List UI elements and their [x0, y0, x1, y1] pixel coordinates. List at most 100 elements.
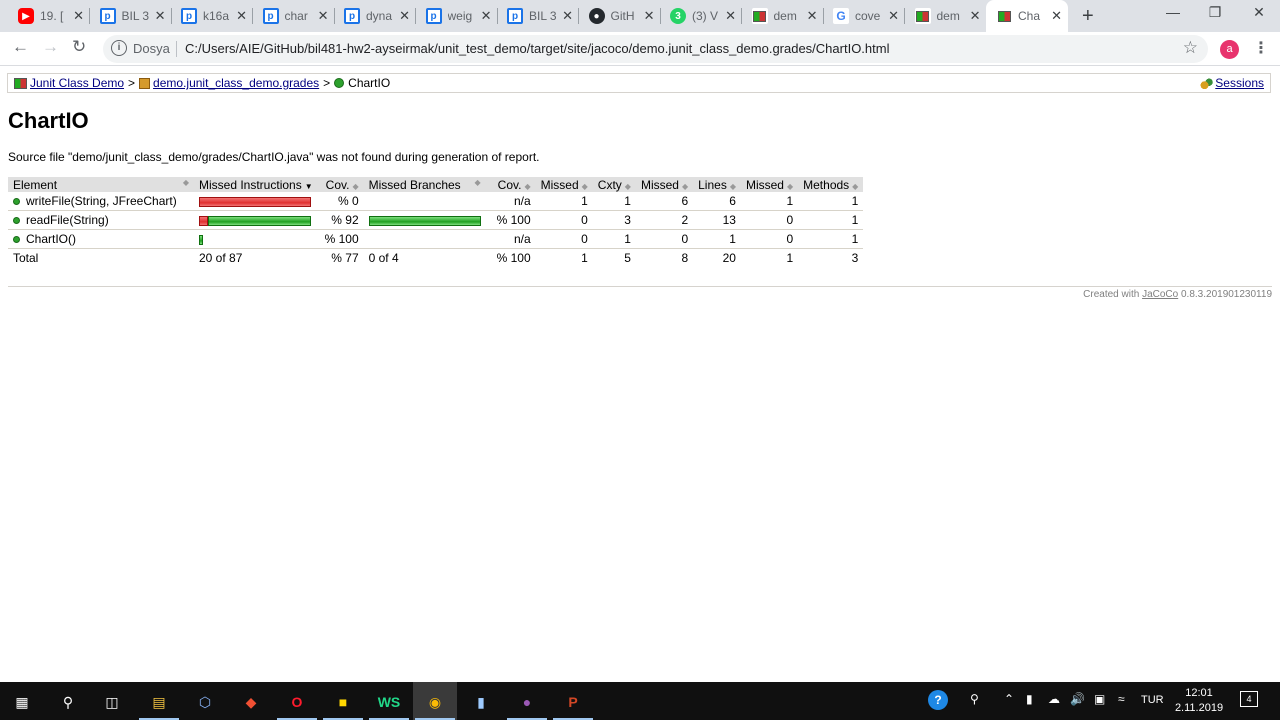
- close-window-button[interactable]: ✕: [1236, 4, 1280, 21]
- profile-avatar[interactable]: a: [1220, 40, 1239, 59]
- language-indicator[interactable]: TUR: [1141, 694, 1164, 706]
- sessions-link[interactable]: Sessions: [1215, 76, 1264, 90]
- method-icon: [13, 236, 20, 244]
- restore-button[interactable]: ❐: [1192, 4, 1238, 21]
- p-icon: p: [262, 8, 279, 24]
- tab-close-icon[interactable]: ✕: [481, 8, 492, 24]
- tab-close-icon[interactable]: ✕: [1051, 8, 1062, 24]
- element-name[interactable]: writeFile(String, JFreeChart): [26, 194, 177, 208]
- tab-title: Cha: [1018, 9, 1041, 23]
- notification-center-icon[interactable]: 4: [1240, 691, 1258, 707]
- sticky-notes-icon[interactable]: ■: [332, 691, 354, 713]
- browser-tab[interactable]: ▶ 19. [✕: [8, 0, 90, 32]
- methods-cell: 1: [798, 192, 864, 211]
- people-icon[interactable]: ⚲: [970, 692, 979, 706]
- browser-tab[interactable]: p BIL 3 ✕: [90, 0, 172, 32]
- jacoco-icon: [996, 8, 1012, 24]
- instr-cov-cell: % 0: [317, 192, 364, 211]
- p-icon: p: [507, 8, 523, 24]
- volume-icon[interactable]: 🔊: [1070, 692, 1085, 706]
- browser-tab[interactable]: dem ✕: [742, 0, 824, 32]
- col-header-branch-cov[interactable]: Cov. ◆: [485, 177, 536, 192]
- menu-kebab-icon[interactable]: ⋮: [1253, 38, 1269, 58]
- browser-tab[interactable]: p k16a ✕: [171, 0, 253, 32]
- cxty-cell: 3: [592, 210, 636, 230]
- tab-close-icon[interactable]: ✕: [318, 8, 329, 24]
- browser-tab[interactable]: ● GitH ✕: [579, 0, 661, 32]
- tab-title: BIL 3: [529, 9, 557, 23]
- browser-tab[interactable]: dem ✕: [905, 0, 987, 32]
- tab-close-icon[interactable]: ✕: [970, 8, 981, 24]
- browser-tab[interactable]: 3 (3) V ✕: [660, 0, 742, 32]
- browser-tab[interactable]: p dyna ✕: [334, 0, 416, 32]
- breadcrumb-link-package[interactable]: demo.junit_class_demo.grades: [153, 76, 319, 90]
- chrome-icon[interactable]: ◉: [424, 691, 446, 713]
- minimize-button[interactable]: —: [1150, 4, 1196, 20]
- battery-icon[interactable]: ▮: [1026, 692, 1033, 706]
- powerpoint-icon[interactable]: P: [562, 691, 584, 713]
- col-header-missed-instructions[interactable]: Missed Instructions ▼: [194, 177, 318, 192]
- back-icon[interactable]: ←: [12, 37, 29, 57]
- search-icon[interactable]: ⚲: [57, 691, 79, 713]
- cxty-cell: 1: [592, 192, 636, 211]
- col-header-lines-missed[interactable]: Missed ◆: [635, 177, 694, 192]
- new-tab-button[interactable]: +: [1082, 5, 1094, 28]
- tab-close-icon[interactable]: ✕: [725, 8, 736, 24]
- element-name[interactable]: ChartIO(): [26, 232, 76, 246]
- file-explorer-icon[interactable]: ▤: [148, 691, 170, 713]
- coverage-table: Element ◆ Missed Instructions ▼ Cov. ◆ Miss…: [8, 177, 864, 267]
- jacoco-link[interactable]: JaCoCo: [1142, 289, 1178, 300]
- display-icon[interactable]: ▣: [1094, 692, 1105, 706]
- onedrive-cloud-icon[interactable]: ☁: [1048, 692, 1060, 706]
- info-icon[interactable]: i: [111, 40, 127, 56]
- forward-icon[interactable]: →: [42, 37, 59, 57]
- help-icon[interactable]: ?: [928, 690, 948, 710]
- tab-close-icon[interactable]: ✕: [73, 8, 84, 24]
- browser-tab[interactable]: p BIL 3 ✕: [497, 0, 579, 32]
- breadcrumb-link-report[interactable]: Junit Class Demo: [30, 76, 124, 90]
- col-header-methods[interactable]: Methods ◆: [798, 177, 864, 192]
- tab-close-icon[interactable]: ✕: [236, 8, 247, 24]
- tab-close-icon[interactable]: ✕: [155, 8, 166, 24]
- page-title: ChartIO: [8, 108, 89, 133]
- windows-start-icon[interactable]: ▦: [11, 691, 33, 713]
- instructions-missed-bar: [199, 196, 311, 207]
- browser-tab[interactable]: p char ✕: [253, 0, 335, 32]
- col-header-missed-branches[interactable]: Missed Branches ◆: [363, 177, 486, 192]
- element-name[interactable]: readFile(String): [26, 213, 109, 227]
- browser-tab[interactable]: Cha ✕: [986, 0, 1068, 32]
- tab-close-icon[interactable]: ✕: [399, 8, 410, 24]
- col-header-methods-missed[interactable]: Missed ◆: [740, 177, 799, 192]
- bookmark-star-icon[interactable]: ☆: [1183, 38, 1198, 58]
- url-text[interactable]: C:/Users/AIE/GitHub/bil481-hw2-ayseirmak…: [185, 41, 889, 56]
- col-header-cxty-missed[interactable]: Missed ◆: [535, 177, 593, 192]
- browser-tab[interactable]: Gcove ✕: [823, 0, 905, 32]
- col-header-lines[interactable]: Lines ◆: [693, 177, 741, 192]
- notepad-icon[interactable]: ▮: [470, 691, 492, 713]
- webstorm-icon[interactable]: WS: [378, 691, 401, 713]
- chevron-up-icon[interactable]: ⌃: [1004, 692, 1014, 706]
- class-icon: [334, 78, 345, 88]
- address-bar[interactable]: i Dosya C:/Users/AIE/GitHub/bil481-hw2-a…: [103, 35, 1208, 63]
- col-header-element[interactable]: Element ◆: [8, 177, 194, 192]
- footer: Created with JaCoCo 0.8.3.201901230119: [1083, 289, 1272, 300]
- virtualbox-icon[interactable]: ⬡: [194, 691, 216, 713]
- clock[interactable]: 12:01 2.11.2019: [1168, 686, 1230, 716]
- col-header-instr-cov[interactable]: Cov. ◆: [317, 177, 364, 192]
- tab-close-icon[interactable]: ✕: [644, 8, 655, 24]
- tab-close-icon[interactable]: ✕: [562, 8, 573, 24]
- tab-close-icon[interactable]: ✕: [807, 8, 818, 24]
- col-header-cxty[interactable]: Cxty ◆: [592, 177, 636, 192]
- git-icon[interactable]: ◆: [240, 691, 262, 713]
- opera-icon[interactable]: O: [286, 691, 308, 713]
- task-view-icon[interactable]: ◫: [101, 691, 123, 713]
- table-total-row: Total 20 of 87 % 77 0 of 4 % 100 1 5 8 2…: [8, 248, 864, 267]
- wifi-icon[interactable]: ≈: [1118, 692, 1125, 706]
- browser-tab[interactable]: p weig ✕: [416, 0, 498, 32]
- p-icon: p: [181, 8, 197, 24]
- element-cell: writeFile(String, JFreeChart): [8, 192, 194, 211]
- cat-app-icon[interactable]: ●: [516, 691, 538, 713]
- branches-covered-bar: [368, 215, 481, 226]
- tab-close-icon[interactable]: ✕: [888, 8, 899, 24]
- reload-icon[interactable]: ↻: [72, 37, 86, 57]
